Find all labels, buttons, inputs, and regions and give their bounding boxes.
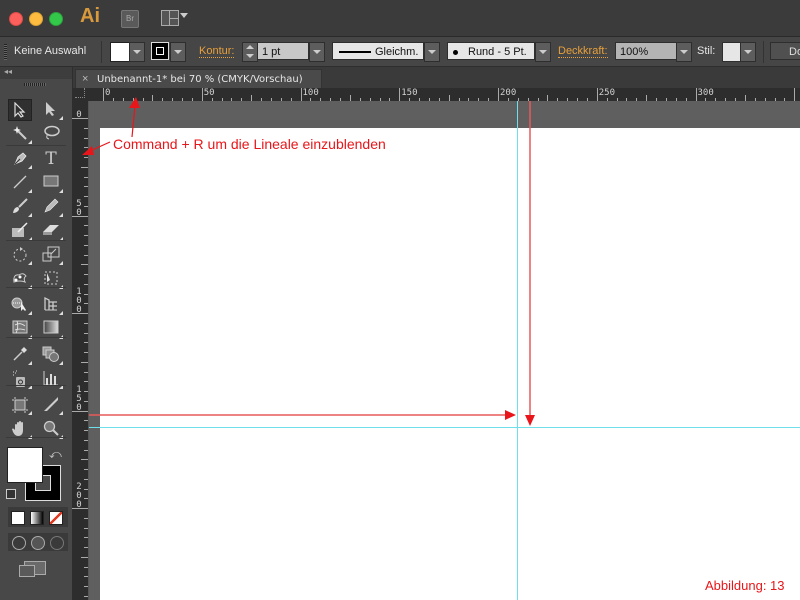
fill-color-swatch[interactable] — [7, 447, 43, 483]
arrow-vertical-guide — [525, 101, 535, 426]
annotation-text: Command + R um die Lineale einzublenden — [113, 136, 386, 152]
arrow-to-vertical-ruler — [82, 141, 111, 155]
annotation-arrows — [82, 97, 535, 426]
arrow-to-horizontal-ruler — [129, 97, 140, 138]
arrow-horizontal-guide — [89, 410, 516, 420]
figure-label: Abbildung: 13 — [705, 578, 785, 593]
